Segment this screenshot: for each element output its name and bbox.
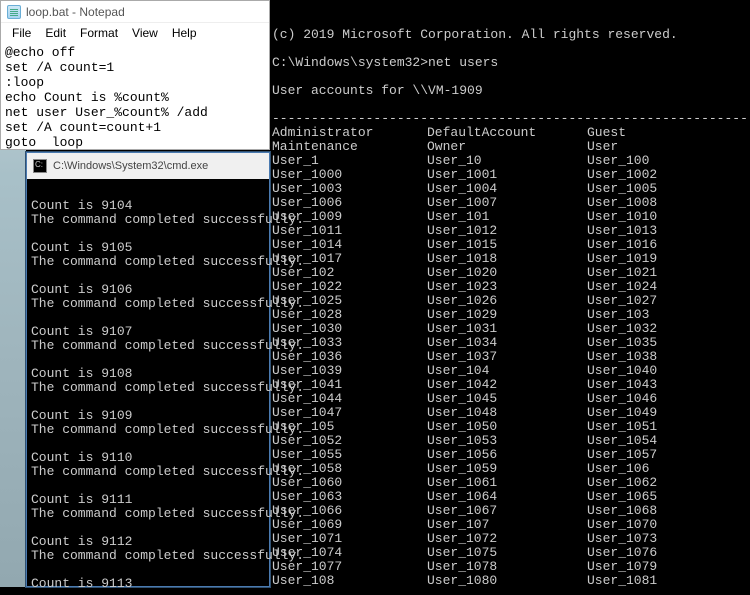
menu-edit[interactable]: Edit xyxy=(38,24,73,42)
cmd-loop-output: Count is 9104 The command completed succ… xyxy=(27,179,269,595)
notepad-titlebar[interactable]: loop.bat - Notepad xyxy=(1,1,269,23)
menu-format[interactable]: Format xyxy=(73,24,125,42)
menu-file[interactable]: File xyxy=(5,24,38,42)
cmd-loop-title: C:\Windows\System32\cmd.exe xyxy=(53,160,208,172)
cmd-output: (c) 2019 Microsoft Corporation. All righ… xyxy=(272,28,748,587)
notepad-window[interactable]: loop.bat - Notepad File Edit Format View… xyxy=(0,0,270,150)
notepad-text-area[interactable]: @echo off set /A count=1 :loop echo Coun… xyxy=(1,43,269,152)
menu-help[interactable]: Help xyxy=(165,24,204,42)
cmd-icon xyxy=(33,159,47,173)
notepad-icon xyxy=(7,5,21,19)
menu-view[interactable]: View xyxy=(125,24,165,42)
notepad-title: loop.bat - Notepad xyxy=(26,5,125,19)
cmd-window-netusers[interactable]: (c) 2019 Microsoft Corporation. All righ… xyxy=(270,0,750,587)
cmd-loop-titlebar[interactable]: C:\Windows\System32\cmd.exe xyxy=(27,153,269,179)
notepad-menubar[interactable]: File Edit Format View Help xyxy=(1,23,269,43)
cmd-window-loop[interactable]: C:\Windows\System32\cmd.exe Count is 910… xyxy=(26,152,270,587)
